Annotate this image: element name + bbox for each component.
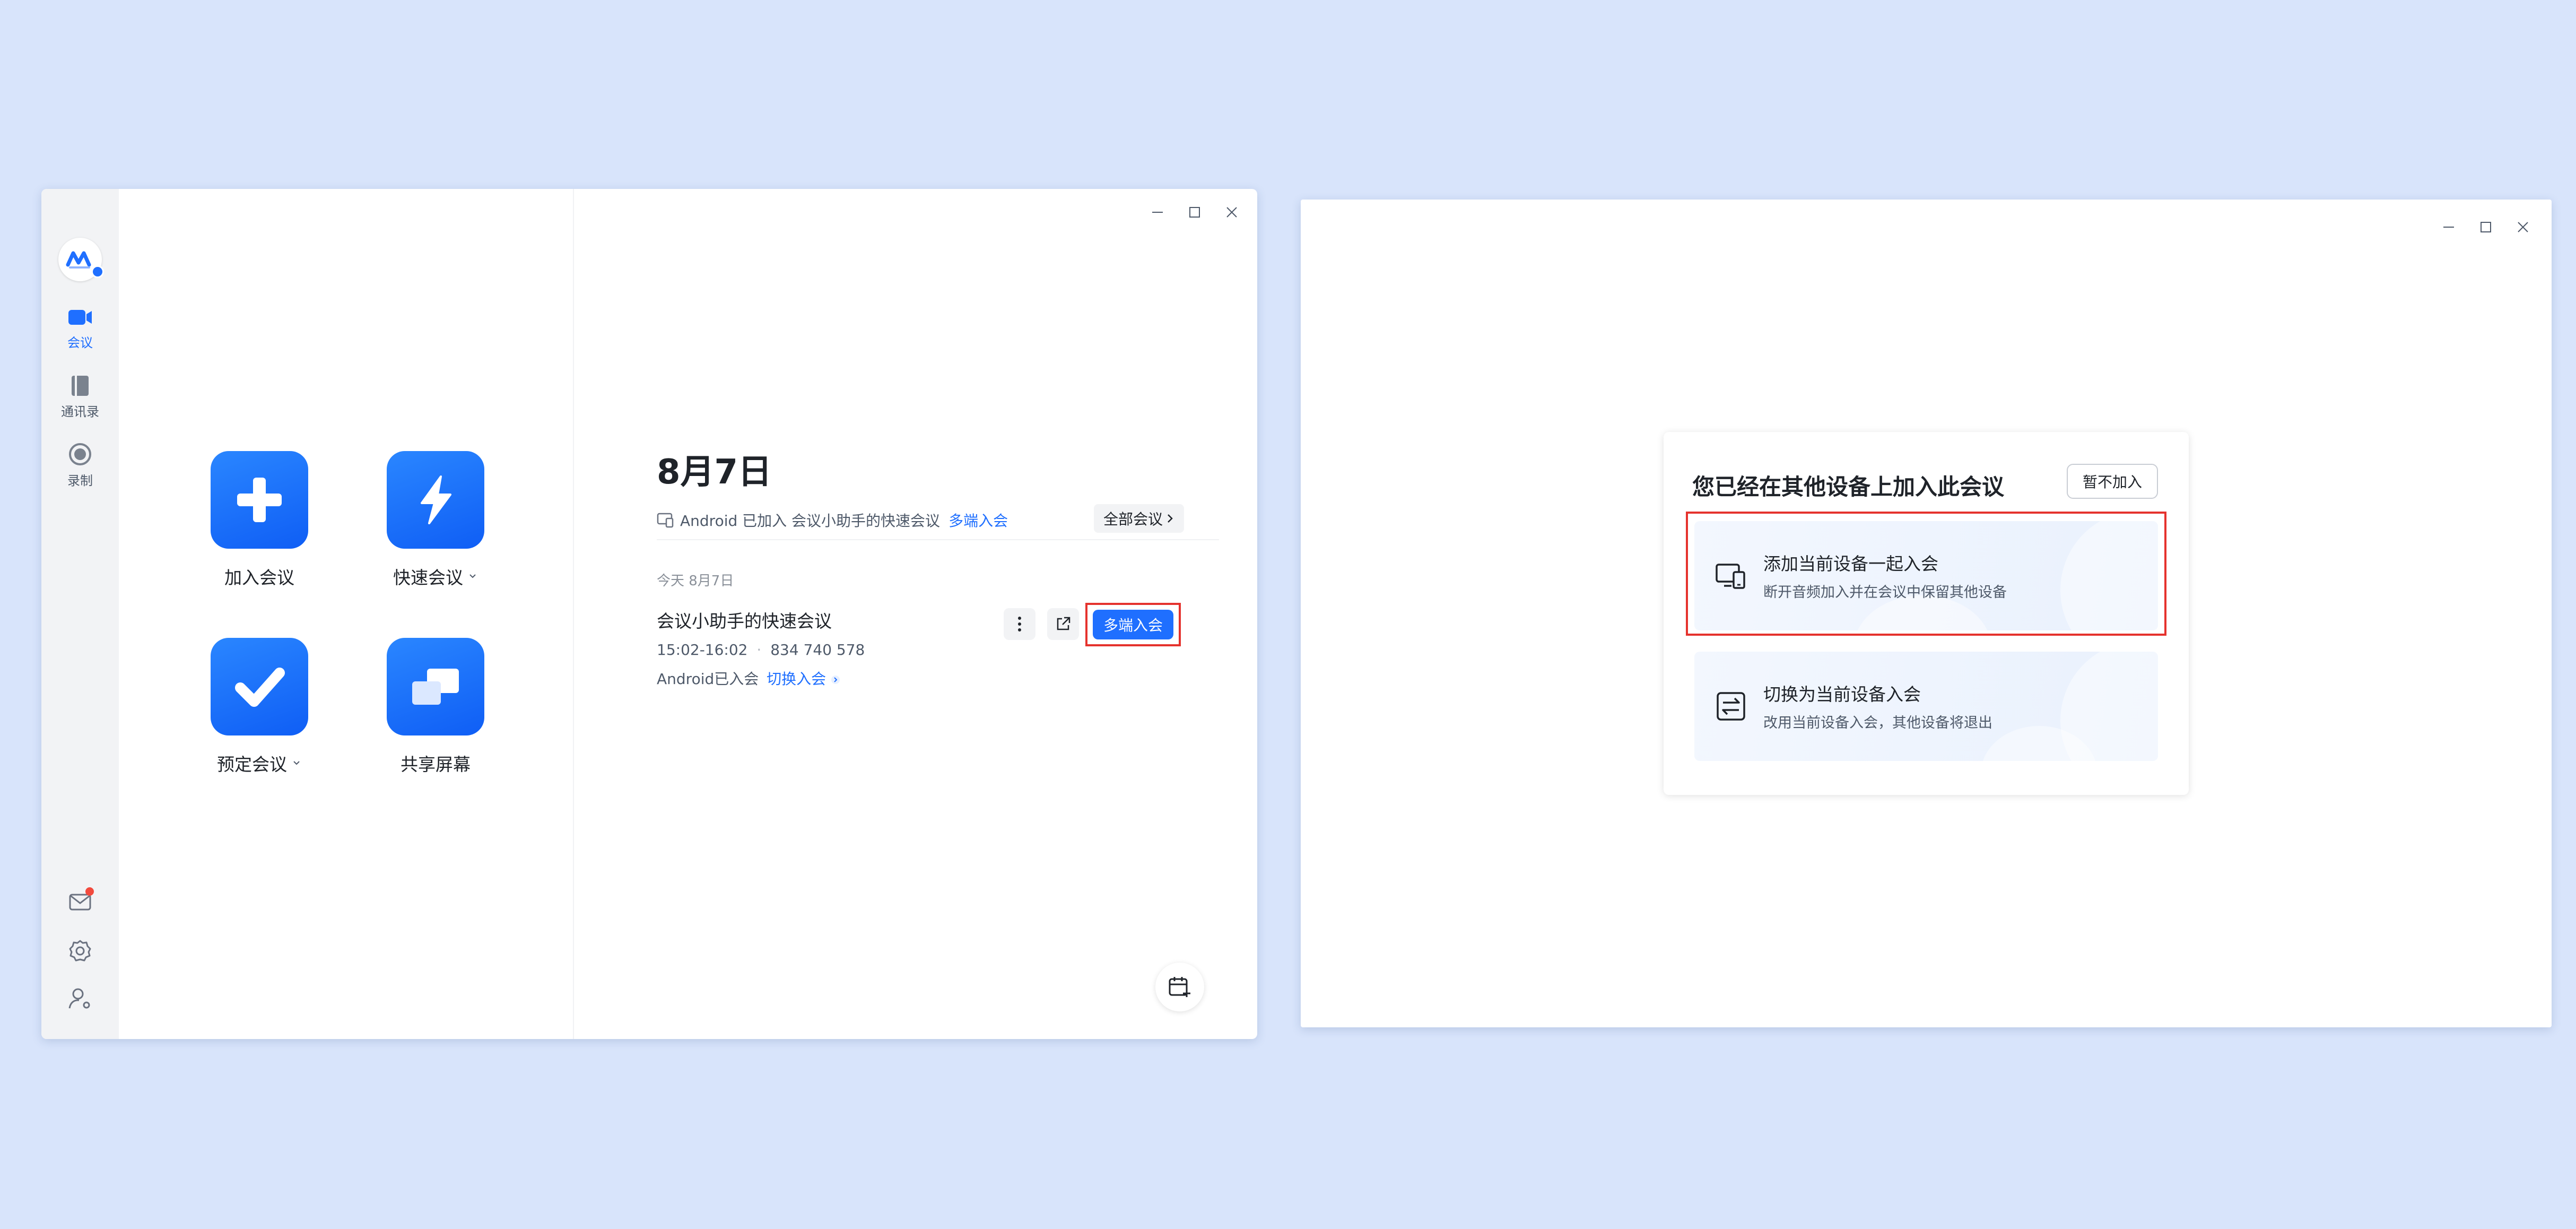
profile-button[interactable] xyxy=(67,986,93,1011)
add-schedule-button[interactable] xyxy=(1155,963,1204,1011)
meeting-time-row: 15:02-16:02 · 834 740 578 xyxy=(657,641,865,659)
minimize-icon xyxy=(2443,227,2454,228)
maximize-button[interactable] xyxy=(2473,214,2499,240)
sidebar-item-label: 会议 xyxy=(67,335,93,350)
meeting-status-row: Android已入会 切换入会 xyxy=(657,668,840,689)
close-icon xyxy=(2518,222,2528,232)
option-title: 切换为当前设备入会 xyxy=(1763,684,1921,705)
highlight-box xyxy=(1686,512,2166,636)
dialog-title: 您已经在其他设备上加入此会议 xyxy=(1692,474,2005,500)
meeting-id: 834 740 578 xyxy=(770,641,865,659)
maximize-icon xyxy=(2481,222,2491,232)
skip-join-button[interactable]: 暂不加入 xyxy=(2067,464,2158,499)
share-screen-tile[interactable] xyxy=(387,638,484,735)
join-dialog-window: 您已经在其他设备上加入此会议 暂不加入 添加当前设备一起入会 断开音频加入并在会… xyxy=(1301,200,2552,1027)
section-divider xyxy=(657,539,1219,540)
logo-badge xyxy=(91,265,104,278)
device-icon xyxy=(657,513,674,528)
gear-icon xyxy=(69,940,91,962)
meeting-status: Android已入会 xyxy=(657,670,759,688)
switch-device-option[interactable]: 切换为当前设备入会 改用当前设备入会，其他设备将退出 xyxy=(1694,652,2158,761)
sidebar-item-recording[interactable]: 录制 xyxy=(41,443,119,489)
multi-device-link[interactable]: 多端入会 xyxy=(948,509,1008,531)
window-controls xyxy=(2436,214,2536,240)
already-joined-dialog: 您已经在其他设备上加入此会议 暂不加入 添加当前设备一起入会 断开音频加入并在会… xyxy=(1664,432,2189,795)
sidebar-item-label: 录制 xyxy=(67,473,93,488)
quick-meeting-action[interactable]: 快速会议 xyxy=(369,451,502,589)
today-label: 今天 8月7日 xyxy=(657,573,734,589)
schedule-meeting-action[interactable]: 预定会议 xyxy=(193,638,326,776)
settings-button[interactable] xyxy=(67,938,93,964)
share-meeting-button[interactable] xyxy=(1047,608,1079,640)
close-button[interactable] xyxy=(2510,214,2536,240)
logo-icon xyxy=(66,251,91,269)
action-label: 加入会议 xyxy=(224,567,294,588)
option-description: 改用当前设备入会，其他设备将退出 xyxy=(1763,715,1992,731)
chevron-down-icon xyxy=(469,574,476,578)
meeting-separator: · xyxy=(756,641,762,659)
device-notice: Android 已加入 会议小助手的快速会议 多端入会 xyxy=(657,509,1008,531)
switch-join-link[interactable]: 切换入会 xyxy=(767,670,840,688)
calendar-add-icon xyxy=(1169,977,1190,997)
maximize-icon xyxy=(1189,207,1200,218)
sidebar: 会议 通讯录 录制 xyxy=(41,189,119,1039)
chevron-right-icon xyxy=(831,676,840,684)
minimize-button[interactable] xyxy=(1145,200,1170,225)
more-options-button[interactable] xyxy=(1004,608,1035,640)
schedule-meeting-tile[interactable] xyxy=(211,638,308,735)
app-logo[interactable] xyxy=(58,238,104,281)
sidebar-item-label: 通讯录 xyxy=(61,404,99,419)
window-controls xyxy=(1145,200,1245,225)
action-label: 共享屏幕 xyxy=(401,754,471,775)
device-notice-text: Android 已加入 会议小助手的快速会议 xyxy=(680,512,941,530)
quick-meeting-tile[interactable] xyxy=(387,451,484,549)
sidebar-item-contacts[interactable]: 通讯录 xyxy=(41,375,119,420)
all-meetings-button[interactable]: 全部会议 xyxy=(1094,504,1185,533)
chevron-down-icon xyxy=(293,761,300,765)
main-window: 会议 通讯录 录制 加入会议 快速会议 预定会议 共享屏幕 8月7日 Andro… xyxy=(41,189,1257,1039)
switch-icon xyxy=(1717,692,1745,721)
meeting-title[interactable]: 会议小助手的快速会议 xyxy=(657,607,832,633)
mail-button[interactable] xyxy=(67,887,94,915)
meeting-time: 15:02-16:02 xyxy=(657,641,748,659)
join-meeting-action[interactable]: 加入会议 xyxy=(193,451,326,589)
lightning-icon xyxy=(421,475,451,524)
record-icon xyxy=(69,443,91,465)
notification-dot xyxy=(85,887,94,896)
action-label: 快速会议 xyxy=(393,564,478,589)
contacts-icon xyxy=(72,376,89,396)
user-settings-icon xyxy=(68,988,90,1009)
video-icon xyxy=(68,310,92,325)
join-meeting-tile[interactable] xyxy=(211,451,308,549)
check-icon xyxy=(235,668,285,707)
all-meetings-label: 全部会议 xyxy=(1103,510,1163,528)
maximize-button[interactable] xyxy=(1182,200,1207,225)
date-heading: 8月7日 xyxy=(657,453,772,492)
close-button[interactable] xyxy=(1219,200,1245,225)
close-icon xyxy=(1226,207,1237,218)
share-screen-action[interactable]: 共享屏幕 xyxy=(369,638,502,776)
minimize-icon xyxy=(1152,212,1163,213)
action-label: 预定会议 xyxy=(217,750,302,776)
sidebar-item-meetings[interactable]: 会议 xyxy=(41,307,119,351)
external-link-icon xyxy=(1057,617,1071,630)
chevron-right-icon xyxy=(1168,514,1173,523)
minimize-button[interactable] xyxy=(2436,214,2461,240)
plus-icon xyxy=(237,478,282,522)
screen-share-icon xyxy=(412,669,459,705)
multi-device-join-button[interactable]: 多端入会 xyxy=(1093,610,1173,639)
panel-divider xyxy=(573,189,574,1039)
more-vertical-icon xyxy=(1018,617,1021,631)
